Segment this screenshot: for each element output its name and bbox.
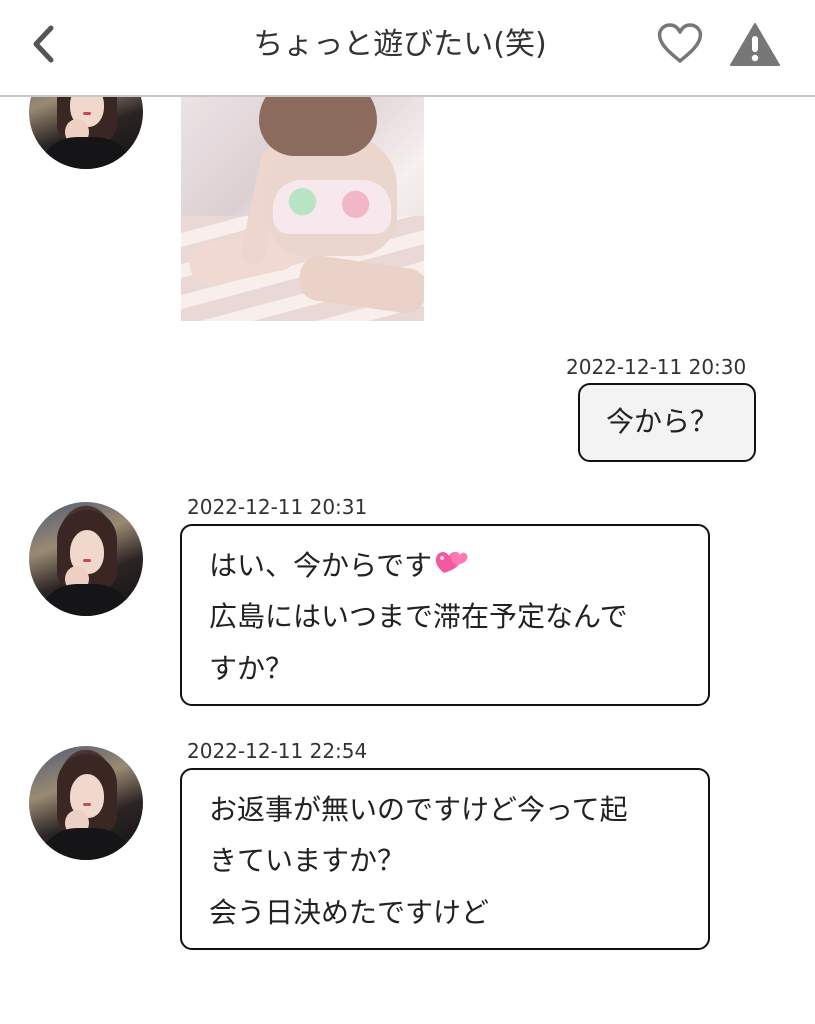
partner-avatar[interactable] (29, 502, 143, 616)
warning-triangle-icon (730, 23, 780, 66)
report-button[interactable] (728, 20, 782, 68)
favorite-button[interactable] (655, 22, 705, 66)
received-photo[interactable] (181, 96, 424, 321)
partner-avatar[interactable] (29, 746, 143, 860)
avatar-lips (83, 112, 91, 115)
message-timestamp: 2022-12-11 22:54 (187, 739, 368, 763)
heart-outline-icon (657, 23, 703, 63)
photo-hair (259, 96, 377, 156)
back-button[interactable] (26, 22, 62, 66)
chat-header: ちょっと遊びたい(笑) (0, 0, 815, 97)
avatar-coat (37, 828, 135, 860)
message-line: 会う日決めたですけど (209, 896, 490, 929)
avatar-lips (83, 559, 91, 562)
received-message-bubble[interactable]: お返事が無いのですけど今って起 きていますか？ 会う日決めたですけど (180, 768, 710, 950)
sent-message-text: 今から？ (606, 405, 719, 438)
message-line: 広島にはいつまで滞在予定なんで (209, 600, 628, 633)
chat-title: ちょっと遊びたい(笑) (253, 27, 547, 62)
received-message-bubble[interactable]: はい、今からです 広島にはいつまで滞在予定なんで すか？ (180, 524, 710, 706)
message-line: お返事が無いのですけど今って起 (209, 793, 628, 826)
message-line: きていますか？ (209, 844, 406, 877)
photo-clothing (273, 180, 391, 234)
avatar-coat (37, 584, 135, 616)
message-timestamp: 2022-12-11 20:30 (566, 355, 747, 379)
avatar-coat (37, 137, 135, 169)
message-timestamp: 2022-12-11 20:31 (187, 495, 368, 519)
message-line-text: はい、今からです (209, 549, 433, 582)
message-line: すか？ (209, 652, 294, 685)
avatar-lips (83, 803, 91, 806)
chevron-left-icon (33, 25, 54, 63)
two-hearts-emoji-icon (435, 552, 468, 573)
message-line: はい、今からです (209, 539, 468, 593)
sent-message-bubble[interactable]: 今から？ (578, 383, 756, 462)
